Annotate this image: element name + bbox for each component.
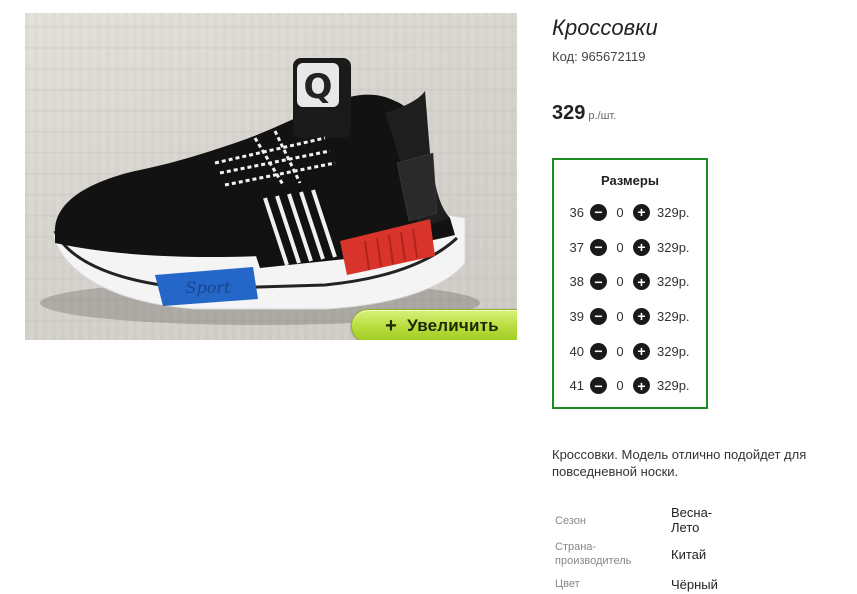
size-row: 39 − 0 + 329р.	[554, 299, 706, 334]
price-value: 329	[552, 102, 586, 124]
size-price: 329р.	[657, 308, 690, 324]
price-unit: р./шт.	[588, 110, 617, 122]
size-quantity: 0	[616, 239, 624, 255]
size-price: 329р.	[657, 239, 690, 255]
size-number: 38	[569, 274, 584, 290]
product-code: Код: 965672119	[552, 49, 646, 64]
size-quantity: 0	[616, 343, 624, 359]
plus-icon[interactable]: +	[633, 377, 650, 395]
product-image[interactable]: Q Sport + Увеличить	[25, 13, 517, 340]
size-price: 329р.	[657, 343, 690, 359]
size-quantity: 0	[616, 204, 624, 220]
property-label: Сезон	[555, 515, 586, 527]
size-price: 329р.	[657, 378, 690, 394]
property-value: Китай	[671, 547, 707, 562]
minus-icon[interactable]: −	[590, 273, 607, 291]
minus-icon[interactable]: −	[590, 342, 607, 360]
zoom-button-label: Увеличить	[407, 316, 499, 335]
size-list: 36 − 0 + 329р. 37 − 0 + 329р. 38 − 0 + 3…	[554, 195, 706, 403]
size-row: 41 − 0 + 329р.	[554, 368, 706, 403]
property-value: Чёрный	[671, 577, 718, 592]
size-row: 36 − 0 + 329р.	[554, 195, 706, 230]
property-label: Страна-производитель	[555, 541, 632, 567]
sizes-title: Размеры	[601, 173, 659, 188]
property-label: Цвет	[555, 578, 580, 590]
svg-text:Sport: Sport	[186, 278, 231, 297]
svg-text:Q: Q	[304, 67, 333, 107]
zoom-button[interactable]: + Увеличить	[351, 309, 517, 340]
size-price: 329р.	[657, 204, 690, 220]
minus-icon[interactable]: −	[590, 238, 607, 256]
size-price: 329р.	[657, 274, 690, 290]
size-row: 38 − 0 + 329р.	[554, 264, 706, 299]
size-quantity: 0	[616, 308, 624, 324]
size-number: 36	[569, 204, 584, 220]
size-number: 40	[569, 343, 584, 359]
size-quantity: 0	[616, 274, 624, 290]
plus-icon: +	[385, 315, 398, 337]
product-title: Кроссовки	[552, 15, 658, 40]
plus-icon[interactable]: +	[633, 203, 650, 221]
size-quantity: 0	[616, 378, 624, 394]
size-number: 37	[569, 239, 584, 255]
plus-icon[interactable]: +	[633, 238, 650, 256]
size-number: 41	[569, 378, 584, 394]
plus-icon[interactable]: +	[633, 342, 650, 360]
plus-icon[interactable]: +	[633, 273, 650, 291]
size-number: 39	[569, 308, 584, 324]
property-value: Весна-Лето	[671, 505, 713, 535]
product-description: Кроссовки. Модель отлично подойдет для п…	[552, 447, 807, 479]
product-price: 329 р./шт.	[552, 102, 616, 125]
minus-icon[interactable]: −	[590, 307, 607, 325]
minus-icon[interactable]: −	[590, 203, 607, 221]
plus-icon[interactable]: +	[633, 307, 650, 325]
sneaker-illustration: Q Sport	[40, 58, 480, 325]
size-row: 40 − 0 + 329р.	[554, 334, 706, 369]
sizes-panel: Размеры 36 − 0 + 329р. 37 − 0 + 329р. 38…	[552, 158, 708, 409]
minus-icon[interactable]: −	[590, 377, 607, 395]
size-row: 37 − 0 + 329р.	[554, 230, 706, 265]
